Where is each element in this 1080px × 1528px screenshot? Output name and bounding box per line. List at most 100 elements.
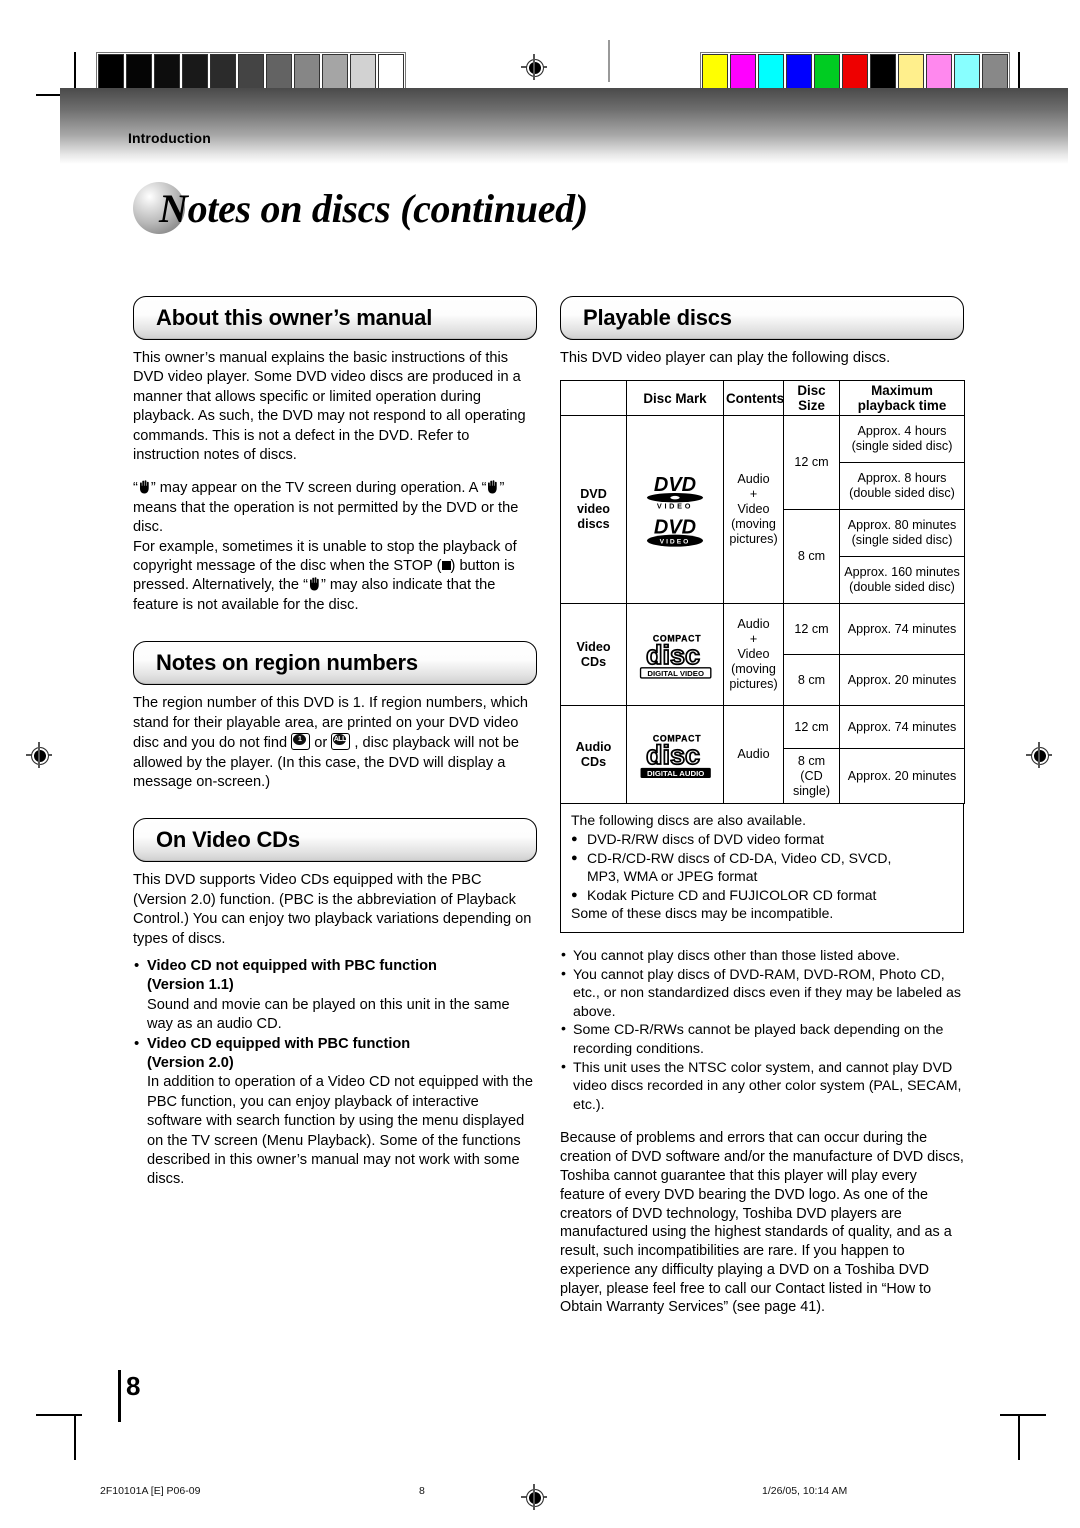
cell-category-audio-cd: Audio CDs [560,705,627,805]
playable-discs-table: Disc Mark Contents Disc Size Maximum pla… [560,380,965,805]
table-row: DVD video discs DVD VIDEO DVD VIDEO Audi… [560,415,965,605]
video-cd-pbc-title: Video CD equipped with PBC function [147,1035,411,1052]
page-title-text: Notes on discs (continued) [159,185,588,231]
cell-contents-video-cd: Audio + Video (moving pictures) [723,603,784,707]
video-cd-variations-list: Video CD not equipped with PBC function … [133,956,537,1190]
footer-timestamp: 1/26/05, 10:14 AM [762,1485,848,1497]
also-available-item-1: DVD-R/RW discs of DVD video format [571,830,953,849]
cell-category-dvd: DVD video discs [560,415,627,605]
list-item: Video CD equipped with PBC function (Ver… [133,1034,537,1190]
list-item: Video CD not equipped with PBC function … [133,956,537,1035]
col-category [560,380,627,417]
section-heading-about-manual: About this owner’s manual [133,296,537,340]
section-heading-playable-discs: Playable discs [560,296,964,340]
about-manual-paragraph-3: For example, sometimes it is unable to s… [133,538,517,613]
svg-text:VIDEO: VIDEO [660,538,691,545]
registration-mark-top [521,54,547,80]
crop-mark-top-center [608,40,610,82]
cell-category-video-cd: Video CDs [560,603,627,707]
col-contents: Contents [723,380,784,417]
also-available-box: The following discs are also available. … [560,803,964,933]
section-heading-video-cds-label: On Video CDs [156,827,300,853]
section-label: Introduction [128,130,211,146]
cell-disc-mark-dvd: DVD VIDEO DVD VIDEO [626,415,724,605]
cell-disc-mark-audio-cd: COMPACT disc DIGITAL AUDIO [626,705,724,805]
section-heading-about-manual-label: About this owner’s manual [156,305,433,330]
col-max-playback-time: Maximum playback time [839,380,965,417]
prohibited-hand-icon [308,577,321,591]
svg-text:disc: disc [646,740,700,770]
section-heading-video-cds: On Video CDs [133,818,537,863]
dvd-video-logo-icon: DVD VIDEO [647,516,703,547]
cell-time-dvd-8cm-single: Approx. 80 minutes (single sided disc) [839,509,965,558]
cell-disc-mark-video-cd: COMPACT disc DIGITAL VIDEO [626,603,724,707]
col-disc-mark: Disc Mark [626,380,724,417]
playback-notes-list: You cannot play discs other than those l… [560,946,964,1115]
section-band [60,88,1068,164]
page-title: Notes on discs (continued) [133,178,588,238]
svg-text:DIGITAL VIDEO: DIGITAL VIDEO [647,669,704,678]
cell-size-dvd-12cm: 12 cm [783,415,840,511]
cell-size-video-cd-8cm: 8 cm [783,654,840,707]
svg-text:disc: disc [646,640,700,670]
cell-time-audio-cd-12cm: Approx. 74 minutes [839,705,965,750]
also-available-item-3: Kodak Picture CD and FUJICOLOR CD format [571,886,953,905]
section-heading-playable-discs-label: Playable discs [583,305,732,330]
cell-time-video-cd-12cm: Approx. 74 minutes [839,603,965,656]
svg-text:VIDEO: VIDEO [657,501,693,510]
left-column: About this owner’s manual This owner’s m… [133,296,537,1190]
compact-disc-digital-audio-logo-icon: COMPACT disc DIGITAL AUDIO [640,733,711,778]
region-all-icon: ALL [331,733,351,751]
list-item: You cannot play discs other than those l… [560,946,964,966]
prohibited-hand-icon [138,480,151,494]
cell-time-audio-cd-8cm: Approx. 20 minutes [839,748,965,805]
video-cd-no-pbc-text: Sound and movie can be played on this un… [147,996,510,1033]
table-row: Audio CDs COMPACT disc DIGITAL AUDIO Aud… [560,705,965,805]
region-1-icon: 1 [291,733,311,751]
footer-page: 8 [419,1485,425,1497]
registration-mark-right [1026,742,1052,768]
prohibited-hand-icon [486,480,499,494]
crop-mark-br-v [1018,1414,1020,1460]
stop-square-icon [441,561,451,571]
also-available-intro: The following discs are also available. [571,812,807,829]
video-cd-pbc-text: In addition to operation of a Video CD n… [147,1074,533,1188]
footer-file-id: 2F10101A [E] P06-09 [100,1485,201,1497]
dvd-video-logo-icon: DVD VIDEO [647,474,703,510]
region-numbers-paragraph: The region number of this DVD is 1. If r… [133,695,529,790]
section-heading-region-numbers-label: Notes on region numbers [156,650,418,676]
video-cds-paragraph: This DVD supports Video CDs equipped wit… [133,872,532,947]
also-available-item-2-cont: MP3, WMA or JPEG format [587,868,758,885]
svg-text:DVD: DVD [654,474,696,496]
about-manual-paragraph-2: “” may appear on the TV screen during op… [133,480,519,536]
cell-size-video-cd-12cm: 12 cm [783,603,840,656]
page-number-rule [118,1370,121,1422]
cell-size-audio-cd-12cm: 12 cm [783,705,840,750]
right-column: Playable discs This DVD video player can… [560,296,965,1317]
crop-mark-br-h [1000,1414,1046,1416]
cell-time-dvd-8cm-double: Approx. 160 minutes (double sided disc) [839,556,965,605]
registration-mark-left [26,742,52,768]
cell-time-video-cd-8cm: Approx. 20 minutes [839,654,965,707]
svg-text:DIGITAL AUDIO: DIGITAL AUDIO [647,769,704,778]
also-available-outro: Some of these discs may be incompatible. [571,905,834,922]
manual-page: Introduction Notes on discs (continued) … [0,0,1080,1528]
cell-time-dvd-12cm-double: Approx. 8 hours (double sided disc) [839,462,965,511]
playable-discs-intro: This DVD video player can play the follo… [560,350,891,366]
page-number: 8 [126,1371,141,1401]
section-heading-region-numbers: Notes on region numbers [133,641,537,686]
list-item: You cannot play discs of DVD-RAM, DVD-RO… [560,965,964,1022]
list-item: This unit uses the NTSC color system, an… [560,1058,964,1115]
table-row: Video CDs COMPACT disc DIGITAL VIDEO Aud… [560,603,965,707]
about-manual-paragraph-1: This owner’s manual explains the basic i… [133,350,526,464]
col-disc-size: Disc Size [783,380,840,417]
cell-size-dvd-8cm: 8 cm [783,509,840,605]
registration-mark-bottom [521,1484,547,1510]
cell-time-dvd-12cm-single: Approx. 4 hours (single sided disc) [839,415,965,464]
also-available-item-2: CD-R/CD-RW discs of CD-DA, Video CD, SVC… [571,849,953,868]
video-cd-pbc-version: (Version 2.0) [147,1054,234,1071]
video-cd-no-pbc-version: (Version 1.1) [147,977,234,994]
cell-size-audio-cd-8cm: 8 cm (CD single) [783,748,840,805]
cell-contents-audio-cd: Audio [723,705,784,805]
toshiba-disclaimer-paragraph: Because of problems and errors that can … [560,1130,964,1316]
